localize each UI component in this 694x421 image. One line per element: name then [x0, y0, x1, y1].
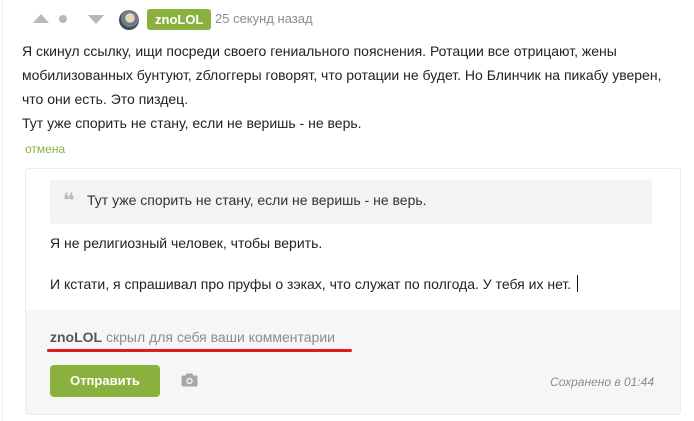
saved-status: Сохранено в 01:44 — [550, 375, 654, 389]
reply-text-line[interactable]: Я не религиозный человек, чтобы верить. — [50, 235, 322, 251]
text-cursor — [577, 275, 579, 292]
reply-editor[interactable]: ❝ Тут уже спорить не стану, если не вери… — [25, 168, 681, 415]
timestamp[interactable]: 25 секунд назад — [215, 11, 313, 26]
send-button[interactable]: Отправить — [50, 365, 160, 397]
hidden-comments-notice: znoLOL скрыл для себя ваши комментарии — [50, 329, 335, 345]
comment-header: znoLOL 25 секунд назад — [0, 6, 694, 34]
reply-footer — [26, 310, 680, 414]
arrow-down-icon[interactable] — [88, 15, 104, 24]
reply-text-line[interactable]: И кстати, я спрашивал про пруфы о зэках,… — [50, 275, 579, 292]
reply-text: И кстати, я спрашивал про пруфы о зэках,… — [50, 276, 572, 292]
quote-text: Тут уже спорить не стану, если не веришь… — [87, 192, 427, 208]
quote-block[interactable]: ❝ Тут уже спорить не стану, если не вери… — [50, 180, 652, 224]
quote-icon: ❝ — [63, 190, 75, 212]
username-badge[interactable]: znoLOL — [147, 9, 212, 30]
camera-icon[interactable] — [181, 373, 198, 387]
comment-body: Я скинул ссылку, ищи посреди своего гени… — [22, 39, 662, 135]
arrow-up-icon[interactable] — [33, 14, 49, 23]
dot-icon — [59, 15, 67, 23]
hidden-notice-text: скрыл для себя ваши комментарии — [106, 329, 335, 345]
comment-paragraph: Тут уже спорить не стану, если не веришь… — [22, 115, 362, 131]
comment-page: znoLOL 25 секунд назад Я скинул ссылку, … — [0, 0, 694, 421]
hidden-notice-user[interactable]: znoLOL — [50, 329, 102, 345]
comment-paragraph: Я скинул ссылку, ищи посреди своего гени… — [22, 43, 662, 107]
thread-line — [2, 0, 3, 421]
red-underline-annotation — [47, 349, 352, 352]
cancel-link[interactable]: отмена — [25, 142, 65, 156]
avatar[interactable] — [119, 10, 139, 30]
